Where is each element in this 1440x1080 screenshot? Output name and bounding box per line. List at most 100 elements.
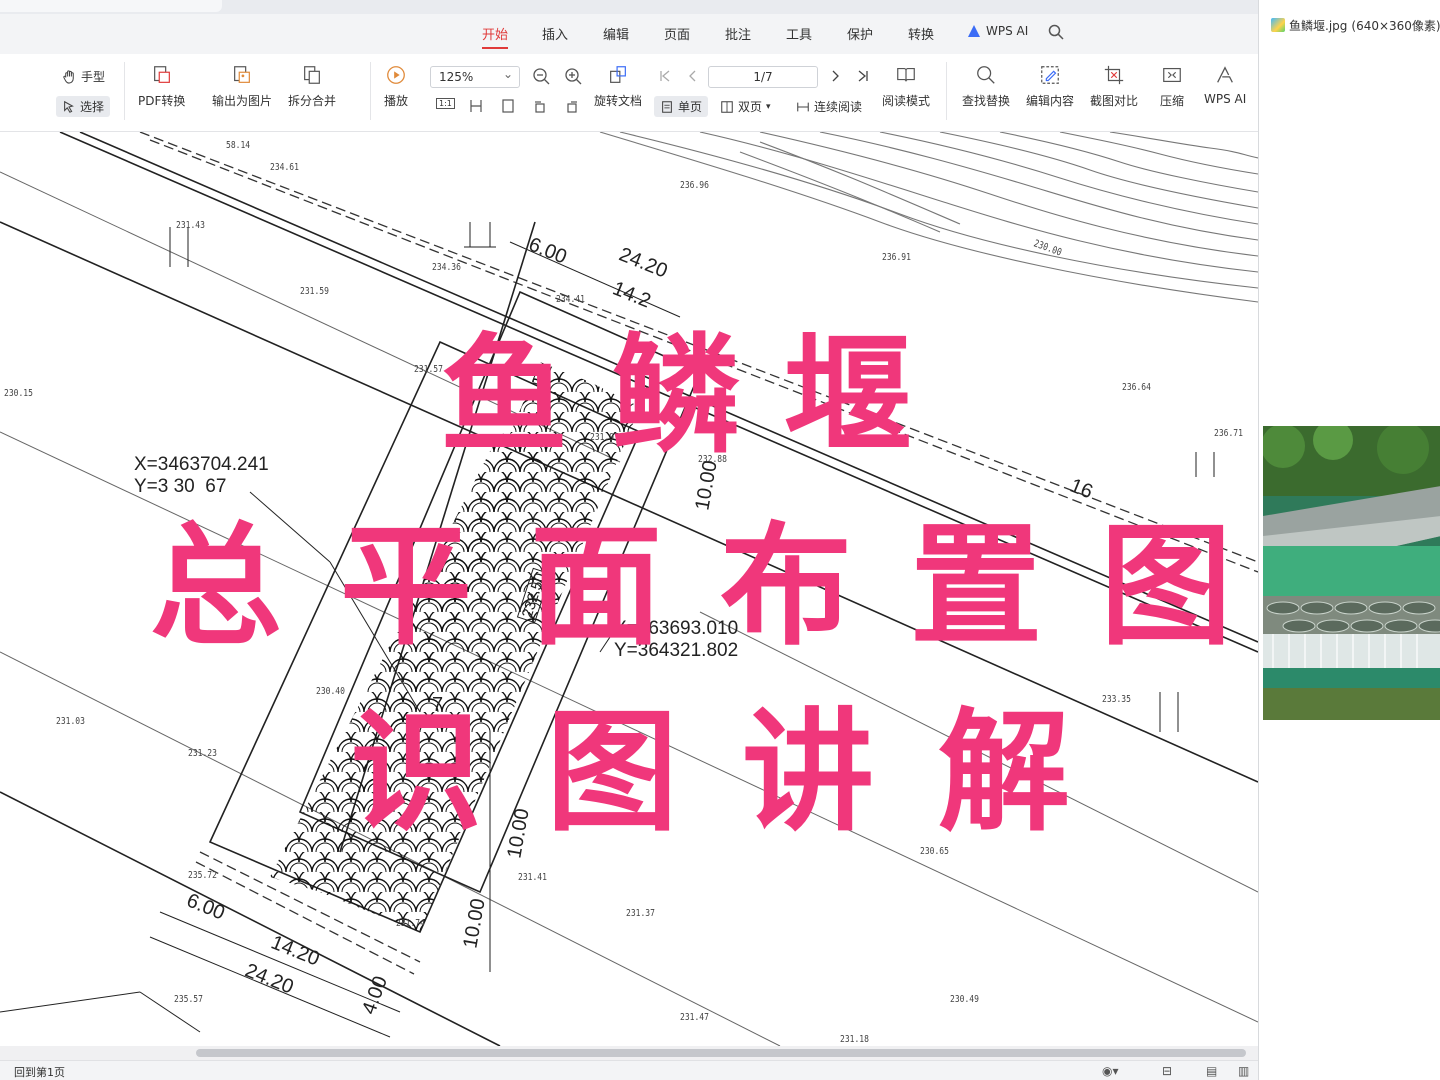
export-image-label: 输出为图片 (212, 94, 273, 108)
single-page-button[interactable]: 单页 (654, 96, 709, 117)
browser-tab[interactable] (0, 0, 222, 12)
elevation-label: 231.03 (56, 716, 85, 727)
overlay-title-line-3: 识图讲解 (350, 696, 1134, 850)
elevation-label: 231.47 (680, 1012, 709, 1023)
fit-page-icon[interactable] (500, 98, 516, 114)
actual-size-label: 1:1 (436, 98, 455, 109)
horizontal-scrollbar[interactable] (0, 1046, 1258, 1060)
play-icon (387, 66, 405, 84)
hand-tool-button[interactable]: 手型 (62, 68, 105, 85)
search-icon[interactable] (1048, 24, 1064, 40)
image-viewer-panel: 鱼鳞堰.jpg (640×360像素) (1258, 0, 1440, 1080)
elevation-label: 236.96 (680, 180, 709, 191)
compress-label: 压缩 (1160, 94, 1185, 108)
ribbon-menu-bar: 开始 插入 编辑 页面 批注 工具 保护 转换 WPS AI (0, 14, 1258, 54)
browser-tab-strip (0, 0, 1258, 14)
zoom-in-icon[interactable] (564, 67, 582, 85)
split-merge-label: 拆分合并 (288, 94, 337, 108)
double-page-icon (721, 100, 733, 113)
continuous-reading-icon (797, 102, 809, 111)
tab-protect[interactable]: 保护 (847, 24, 873, 43)
wps-ai-tool-button[interactable]: WPS AI (1204, 64, 1246, 106)
next-page-icon[interactable] (828, 68, 842, 84)
scrollbar-thumb[interactable] (196, 1049, 1246, 1057)
tab-insert[interactable]: 插入 (542, 24, 568, 43)
weir-photo-illustration (1263, 426, 1440, 720)
rotate-document-button[interactable]: 旋转文档 (594, 64, 642, 109)
reading-mode-label: 阅读模式 (882, 94, 931, 108)
play-label: 播放 (384, 94, 409, 108)
overlay-title-line-1: 鱼鳞堰 (440, 322, 957, 471)
rotate-document-icon (610, 66, 626, 83)
edit-content-icon (1041, 66, 1059, 84)
elevation-label: 230.15 (4, 388, 33, 399)
compress-button[interactable]: 压缩 (1160, 64, 1184, 109)
tab-home[interactable]: 开始 (482, 24, 509, 49)
elevation-label: 231.74 (396, 918, 425, 929)
coordinate-a-x: X=3463704.241 (134, 454, 269, 475)
image-file-name: 鱼鳞堰.jpg (1289, 18, 1348, 33)
tab-comment[interactable]: 批注 (725, 24, 751, 43)
wps-ai-logo-icon (968, 25, 982, 37)
elevation-label: 231.57 (414, 364, 443, 375)
select-tool-button[interactable]: 选择 (56, 96, 111, 117)
overlay-title-line-2: 总平面布置图 (150, 510, 1258, 664)
first-page-icon[interactable] (658, 68, 672, 84)
last-page-icon[interactable] (856, 68, 870, 84)
play-button[interactable]: 播放 (384, 64, 408, 109)
actual-size-button[interactable]: 1:1 (436, 98, 455, 109)
crop-compare-icon (1104, 65, 1124, 85)
elevation-label: 231.43 (176, 220, 205, 231)
screenshot-compare-button[interactable]: 截图对比 (1090, 64, 1138, 109)
wps-ai-menu-button[interactable]: WPS AI (968, 24, 1028, 38)
eye-icon[interactable]: ◉▾ (1102, 1064, 1119, 1078)
tab-edit[interactable]: 编辑 (603, 24, 629, 43)
toolbar-divider (124, 62, 125, 120)
continuous-view-icon[interactable]: ⊟ (1162, 1064, 1172, 1078)
cursor-arrow-icon (64, 100, 74, 113)
toolbar-divider (370, 62, 371, 120)
elevation-label: 235.57 (174, 994, 203, 1005)
document-canvas[interactable]: 58.14 234.61 236.96 231.43 234.36 236.91… (0, 132, 1258, 1046)
select-tool-label: 选择 (80, 100, 105, 114)
double-page-view-icon[interactable]: ▥ (1238, 1064, 1249, 1078)
previous-page-icon[interactable] (686, 68, 700, 84)
page-number-input[interactable]: 1/7 (708, 66, 818, 88)
edit-content-button[interactable]: 编辑内容 (1026, 64, 1074, 109)
compress-icon (1163, 67, 1181, 83)
export-image-button[interactable]: 输出为图片 (212, 64, 272, 109)
rotate-right-icon[interactable] (564, 98, 580, 114)
elevation-label: 234.36 (432, 262, 461, 273)
split-merge-icon (304, 66, 320, 84)
weir-photo (1263, 426, 1440, 720)
tab-convert[interactable]: 转换 (908, 24, 934, 43)
elevation-label: 231.59 (300, 286, 329, 297)
double-page-button[interactable]: 双页 ▾ (720, 98, 771, 115)
zoom-out-icon[interactable] (532, 67, 550, 85)
rotate-left-icon[interactable] (532, 98, 548, 114)
tab-page[interactable]: 页面 (664, 24, 690, 43)
chevron-down-icon: ▾ (766, 101, 771, 112)
edit-content-label: 编辑内容 (1026, 94, 1075, 108)
continuous-reading-button[interactable]: 连续阅读 (796, 98, 862, 115)
find-replace-button[interactable]: 查找替换 (962, 64, 1010, 109)
single-page-icon (662, 100, 672, 113)
fit-width-icon[interactable] (468, 98, 484, 114)
tab-tools[interactable]: 工具 (786, 24, 812, 43)
single-page-view-icon[interactable]: ▤ (1206, 1064, 1217, 1078)
reading-mode-button[interactable]: 阅读模式 (882, 64, 930, 109)
zoom-select[interactable]: 125% (430, 66, 520, 88)
pdf-convert-icon (153, 66, 170, 83)
split-merge-button[interactable]: 拆分合并 (288, 64, 336, 109)
hand-tool-label: 手型 (81, 70, 106, 84)
elevation-label: 231.18 (840, 1034, 869, 1045)
elevation-label: 230.40 (316, 686, 345, 697)
elevation-label: 231.23 (188, 748, 217, 759)
pdf-convert-button[interactable]: PDF转换 (138, 64, 185, 109)
elevation-label: 234.61 (270, 162, 299, 173)
elevation-label: 236.71 (1214, 428, 1243, 439)
single-page-label: 单页 (678, 100, 703, 114)
wps-ai-icon (1217, 66, 1234, 83)
back-to-first-page-link[interactable]: 回到第1页 (14, 1064, 65, 1080)
elevation-label: 235.72 (188, 870, 217, 881)
